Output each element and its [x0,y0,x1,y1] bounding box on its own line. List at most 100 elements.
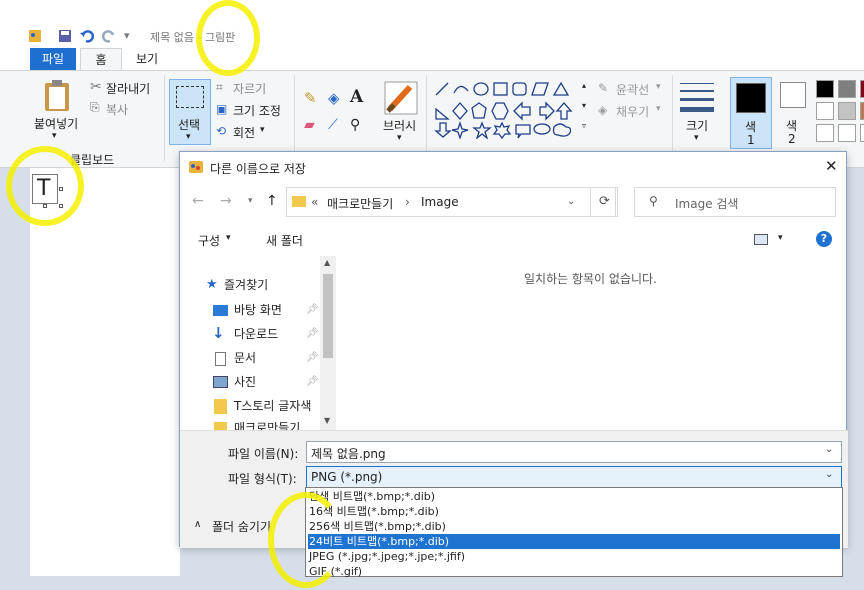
clipboard-icon[interactable] [42,79,72,113]
search-input[interactable]: Image 검색 [675,195,738,212]
view-dropdown-icon[interactable]: ▾ [778,233,783,243]
chevron-up-icon[interactable]: ∧ [194,519,201,530]
color-picker-icon[interactable]: ⟋ [328,117,338,133]
fill-button[interactable]: 채우기 [616,103,649,120]
view-options-icon[interactable] [754,234,768,245]
quick-access-dropdown[interactable]: ▾ [124,29,130,42]
pencil-icon[interactable]: ✎ [304,89,317,107]
palette-color[interactable] [838,80,856,98]
size-button[interactable]: 크기 [686,117,708,134]
hide-folders-button[interactable]: 폴더 숨기기 [212,518,271,535]
search-box[interactable]: ⚲ Image 검색 [634,187,836,217]
filetype-select[interactable]: PNG (*.png) ⌄ [306,466,842,488]
palette-color[interactable] [816,124,834,142]
scroll-up-arrow[interactable]: ▲ [324,258,330,267]
tab-home[interactable]: 홈 [80,48,122,70]
shapes-gallery[interactable] [434,81,584,139]
nav-item-pictures[interactable]: 사진 [234,371,256,393]
resize-button[interactable]: 크기 조정 [233,102,281,119]
filetype-dropdown-icon[interactable]: ⌄ [825,469,833,480]
shapes-scroll-down[interactable]: ▾ [582,101,586,110]
crop-icon: ⌗ [216,80,223,94]
nav-item-tstory[interactable]: T스토리 글자색 [234,395,311,417]
organize-button[interactable]: 구성 [198,232,220,249]
pin-icon: 📌︎ [306,352,319,363]
undo-icon[interactable] [80,29,94,43]
save-icon[interactable] [58,29,72,43]
palette-color[interactable] [816,80,834,98]
palette-color[interactable] [860,80,864,98]
text-tool-icon[interactable]: A [350,87,363,107]
shapes-expand[interactable]: ▿ [582,121,586,130]
nav-item-macro[interactable]: 매크로만들기 [234,417,300,430]
new-folder-button[interactable]: 새 폴더 [266,232,303,249]
refresh-button[interactable]: ⟳ [590,187,618,217]
scrollbar-thumb[interactable] [323,274,333,358]
breadcrumb-overflow[interactable]: « [311,195,318,209]
resize-handle[interactable] [59,204,63,208]
filename-input[interactable]: 제목 없음.png ⌄ [306,441,842,463]
back-button[interactable]: ← [192,193,204,209]
filetype-option[interactable]: 단색 비트맵(*.bmp;*.dib) [308,489,840,504]
up-button[interactable]: ↑ [266,193,278,209]
palette-color[interactable] [838,124,856,142]
crop-button[interactable]: 자르기 [233,80,266,97]
drawing-canvas[interactable]: T [30,168,180,576]
text-box[interactable]: T [32,174,58,204]
nav-item-documents[interactable]: 문서 [234,347,256,369]
filename-value: 제목 없음.png [311,447,386,461]
close-button[interactable]: ✕ [825,157,838,175]
navigation-scrollbar[interactable]: ▲ ▼ [320,256,336,430]
outline-button[interactable]: 윤곽선 [616,81,649,98]
tab-file[interactable]: 파일 [30,48,76,70]
paste-dropdown[interactable]: ▾ [52,131,57,141]
eraser-icon[interactable]: ▰ [304,117,315,133]
filetype-option[interactable]: JPEG (*.jpg;*.jpeg;*.jpe;*.jfif) [308,549,840,564]
breadcrumb-item[interactable]: Image [421,195,459,209]
breadcrumb-separator: › [405,195,410,209]
brushes-button[interactable]: 브러시 [383,117,416,134]
nav-item-desktop[interactable]: 바탕 화면 [234,299,282,321]
rotate-button[interactable]: 회전 [233,124,255,141]
magnifier-icon[interactable]: ⚲ [350,117,360,133]
select-button[interactable]: 선택 ▾ [169,79,211,145]
color1-button[interactable]: 색 1 [730,77,772,149]
organize-dropdown-icon: ▾ [226,233,231,243]
nav-quick-access[interactable]: 즐겨찾기 [224,274,268,296]
shapes-scroll-up[interactable]: ▴ [582,81,586,90]
resize-handle[interactable] [59,187,63,191]
nav-item-downloads[interactable]: 다운로드 [234,323,278,345]
palette-color[interactable] [838,102,856,120]
size-lines-icon[interactable] [680,81,714,113]
recent-locations-dropdown[interactable]: ▾ [248,196,253,206]
filetype-option[interactable]: GIF (*.gif) [308,564,840,579]
pictures-icon [213,376,228,388]
palette-color[interactable] [860,124,864,142]
filetype-option-selected[interactable]: 24비트 비트맵(*.bmp;*.dib) [308,534,840,549]
filetype-label: 파일 형식(T): [228,472,297,486]
copy-button[interactable]: 복사 [106,101,128,118]
palette-color[interactable] [860,102,864,120]
resize-handle[interactable] [43,204,47,208]
filetype-dropdown-list: 단색 비트맵(*.bmp;*.dib) 16색 비트맵(*.bmp;*.dib)… [305,487,843,579]
fill-bucket-icon[interactable]: ◈ [328,89,340,107]
filetype-option[interactable]: 256색 비트맵(*.bmp;*.dib) [308,519,840,534]
title-bar: ▾ 제목 없음 - 그림판 [0,26,864,48]
resize-icon: ▣ [216,102,228,116]
brush-icon[interactable] [384,81,418,115]
paste-button[interactable]: 붙여넣기 [34,115,78,132]
help-button[interactable]: ? [816,231,832,247]
address-dropdown-icon[interactable]: ⌄ [567,196,575,207]
color2-button[interactable]: 색 2 [776,77,810,149]
palette-color[interactable] [816,102,834,120]
clipboard-group-label: 클립보드 [70,153,115,167]
tab-view[interactable]: 보기 [126,48,168,70]
scroll-down-arrow[interactable]: ▼ [324,416,330,425]
forward-button[interactable]: → [220,193,232,209]
filetype-option[interactable]: 16색 비트맵(*.bmp;*.dib) [308,504,840,519]
address-bar[interactable]: « 매크로만들기 › Image ⌄ [286,187,616,217]
cut-button[interactable]: 잘라내기 [106,80,150,97]
breadcrumb-item[interactable]: 매크로만들기 [327,195,393,212]
filename-dropdown-icon[interactable]: ⌄ [825,444,833,455]
redo-icon[interactable] [102,29,116,43]
